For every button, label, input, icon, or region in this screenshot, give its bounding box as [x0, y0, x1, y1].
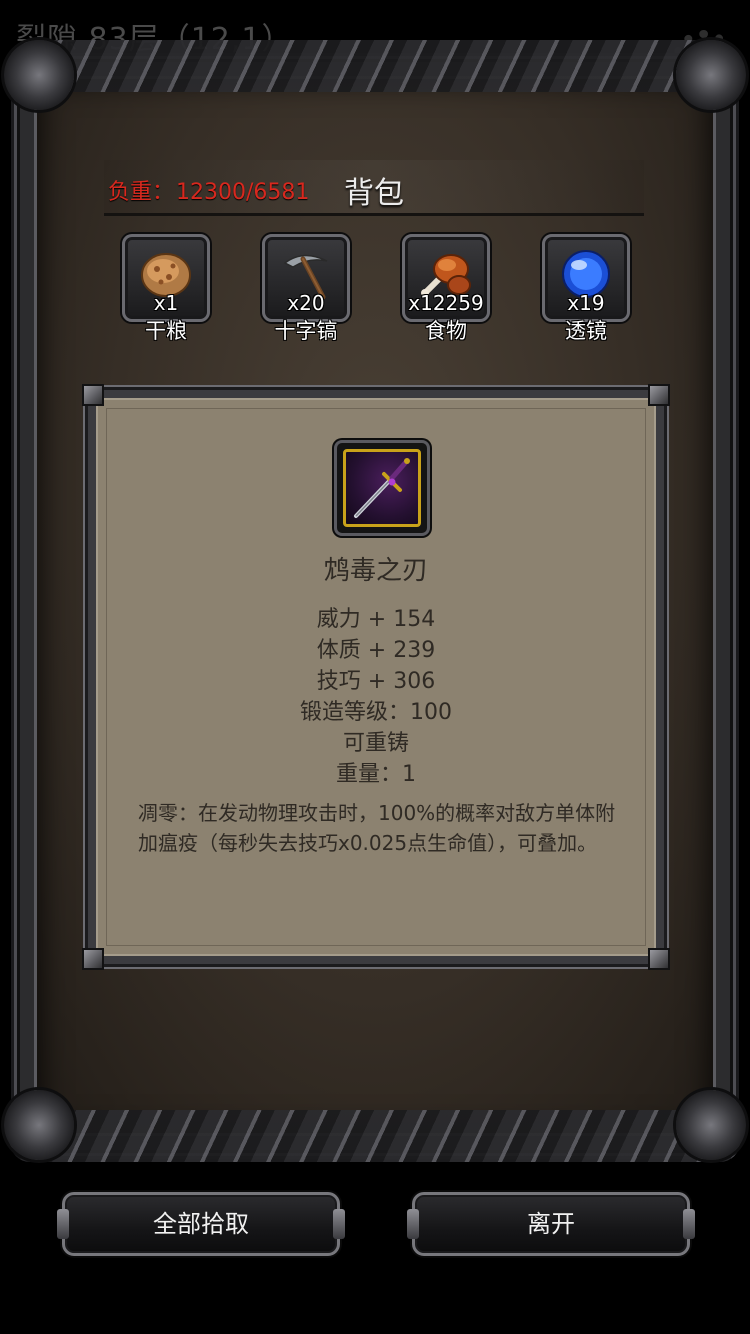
item-count: x12259 — [408, 291, 484, 315]
frame-top-ornament — [10, 40, 740, 92]
frame-bottom-ornament — [10, 1110, 740, 1162]
item-name: 透镜 — [565, 319, 607, 343]
frame-corner-ornament — [4, 40, 74, 110]
stat-reforgeable: 可重铸 — [342, 731, 409, 756]
inventory-slot-lens[interactable]: x19 透镜 — [542, 234, 630, 343]
dagger-icon — [354, 458, 410, 518]
stat-power: 威力 + 154 — [316, 607, 436, 632]
panel-corner-ornament — [82, 384, 104, 406]
panel-corner-ornament — [648, 384, 670, 406]
stat-weight: 重量：1 — [336, 762, 416, 787]
stat-constitution: 体质 + 239 — [316, 638, 436, 663]
panel-corner-ornament — [82, 948, 104, 970]
frame-corner-ornament — [4, 1090, 74, 1160]
panel-corner-ornament — [648, 948, 670, 970]
leave-button[interactable]: 离开 — [407, 1192, 695, 1256]
inventory-slot-food[interactable]: x12259 食物 — [402, 234, 490, 343]
item-stats: 威力 + 154 体质 + 239 技巧 + 306 锻造等级：100 可重铸 … — [96, 604, 656, 790]
inventory-slot-dry-ration[interactable]: x1 干粮 — [122, 234, 210, 343]
item-effect-description: 凋零：在发动物理攻击时，100%的概率对敌方单体附加瘟疫（每秒失去技巧x0.02… — [138, 801, 616, 855]
carry-weight: 负重：12300/6581 — [108, 174, 309, 206]
item-detail-name: 鸩毒之刃 — [323, 556, 428, 586]
item-detail-panel: 鸩毒之刃 威力 + 154 体质 + 239 技巧 + 306 锻造等级：100… — [82, 384, 670, 970]
carry-weight-value: 12300/6581 — [176, 180, 310, 205]
stat-forge-level: 锻造等级：100 — [300, 700, 452, 725]
inventory-slot-pickaxe[interactable]: x20 十字镐 — [262, 234, 350, 343]
item-detail-icon-frame[interactable] — [334, 440, 430, 536]
backpack-header: 负重：12300/6581 背包 — [104, 160, 644, 216]
item-count: x19 — [567, 291, 605, 315]
item-name: 食物 — [425, 319, 467, 343]
stat-skill: 技巧 + 306 — [316, 669, 436, 694]
screen: 裂隙 83层（12,1） 负重：12300/6581 背包 x1 干粮 — [0, 0, 750, 1334]
pick-all-button[interactable]: 全部拾取 — [57, 1192, 345, 1256]
page-title: 背包 — [344, 176, 404, 211]
carry-weight-label: 负重： — [108, 180, 175, 205]
item-count: x20 — [287, 291, 325, 315]
frame-corner-ornament — [676, 40, 746, 110]
frame-corner-ornament — [676, 1090, 746, 1160]
item-rarity-frame — [343, 449, 421, 527]
item-count: x1 — [153, 291, 179, 315]
item-name: 十字镐 — [274, 319, 338, 343]
item-name: 干粮 — [145, 319, 187, 343]
